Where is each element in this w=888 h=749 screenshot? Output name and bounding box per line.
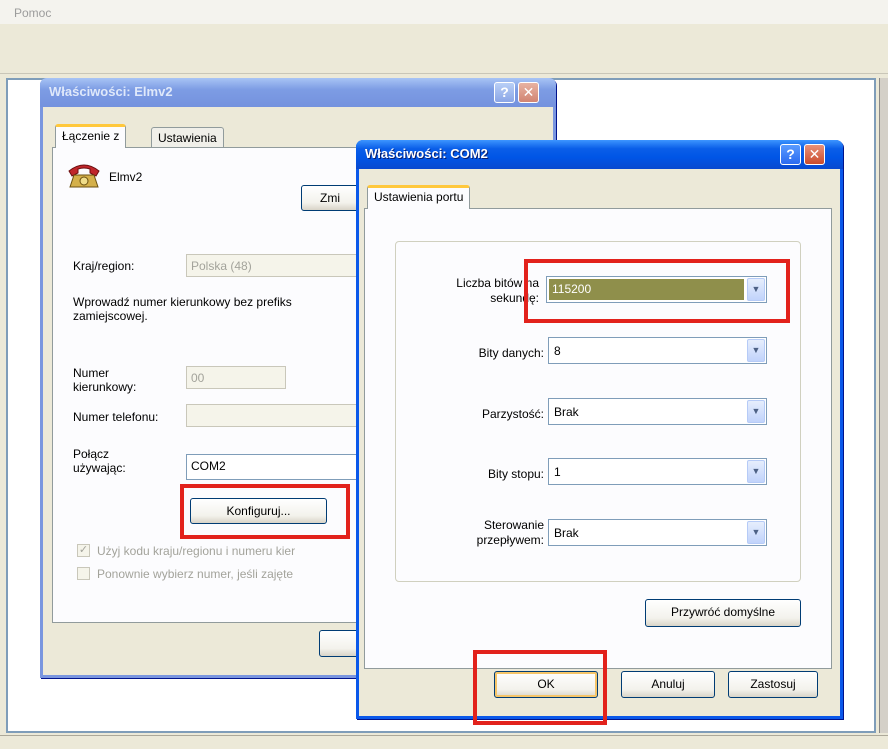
connect-using-label-2: używając:	[73, 461, 126, 475]
port-properties-titlebar[interactable]: Właściwości: COM2 ? ✕	[356, 140, 843, 169]
connect-using-label: Połącz	[73, 447, 110, 461]
ok-button[interactable]: OK	[494, 671, 598, 698]
connection-properties-titlebar[interactable]: Właściwości: Elmv2 ? ✕	[40, 78, 556, 107]
connection-name: Elmv2	[109, 170, 143, 184]
stop-bits-value: 1	[554, 465, 561, 479]
phone-number-label: Numer telefonu:	[73, 410, 159, 424]
phone-number-input[interactable]	[186, 404, 366, 427]
phone-icon	[68, 164, 100, 188]
redial-label: Ponownie wybierz numer, jeśli zajęte	[97, 567, 294, 581]
data-bits-value: 8	[554, 344, 561, 358]
bits-per-second-value: 115200	[549, 279, 744, 300]
data-bits-select[interactable]: 8 ▼	[548, 337, 767, 364]
tab-port-settings[interactable]: Ustawienia portu	[367, 185, 471, 209]
country-value: Polska (48)	[191, 259, 252, 273]
country-label: Kraj/region:	[73, 259, 135, 273]
chevron-down-icon[interactable]: ▼	[747, 339, 765, 362]
data-bits-label: Bity danych:	[478, 346, 544, 360]
app-right-frame	[879, 78, 888, 733]
help-icon[interactable]: ?	[494, 82, 515, 103]
area-code-input[interactable]: 00	[186, 366, 286, 389]
bits-per-second-label: Liczba bitów na	[456, 276, 539, 290]
area-code-label: Numer	[73, 366, 110, 380]
close-icon[interactable]: ✕	[518, 82, 539, 103]
instruction-text: Wprowadź numer kierunkowy bez prefiks	[73, 295, 292, 309]
tab-connect-to-label: Łączenie z	[62, 129, 120, 143]
bits-per-second-select[interactable]: 115200 ▼	[546, 276, 767, 303]
connect-using-value: COM2	[191, 459, 226, 473]
app-status-bar	[0, 735, 888, 749]
help-icon[interactable]: ?	[780, 144, 801, 165]
port-properties-title: Właściwości: COM2	[365, 146, 488, 161]
area-code-value: 00	[191, 371, 205, 385]
ok-button-label: OK	[537, 677, 555, 691]
parity-select[interactable]: Brak ▼	[548, 398, 767, 425]
stop-bits-select[interactable]: 1 ▼	[548, 458, 767, 485]
redial-checkbox[interactable]	[77, 567, 90, 580]
bits-per-second-label-2: sekundę:	[490, 291, 539, 305]
area-code-label-2: kierunkowy:	[73, 380, 137, 394]
instruction-text-line2: zamiejscowej.	[73, 309, 148, 323]
cancel-button-label: Anuluj	[651, 677, 685, 691]
use-country-code-label: Użyj kodu kraju/regionu i numeru kier	[97, 544, 296, 558]
port-properties-dialog: Właściwości: COM2 ? ✕ Ustawienia portu L…	[356, 140, 843, 719]
port-properties-client: Ustawienia portu Liczba bitów na sekundę…	[359, 169, 840, 716]
tab-port-settings-label: Ustawienia portu	[374, 190, 464, 204]
tab-settings-label: Ustawienia	[158, 131, 217, 145]
connect-using-select[interactable]: COM2	[186, 454, 366, 480]
parity-value: Brak	[554, 405, 579, 419]
menu-help[interactable]: Pomoc	[14, 6, 51, 20]
chevron-down-icon[interactable]: ▼	[747, 521, 765, 544]
chevron-down-icon[interactable]: ▼	[747, 460, 765, 483]
flow-control-label-2: przepływem:	[476, 533, 544, 547]
flow-control-value: Brak	[554, 526, 579, 540]
country-select[interactable]: Polska (48)	[186, 254, 366, 277]
stop-bits-label: Bity stopu:	[487, 467, 544, 481]
cancel-button[interactable]: Anuluj	[621, 671, 715, 698]
flow-control-label: Sterowanie	[483, 518, 544, 532]
app-toolbar	[0, 24, 888, 74]
connection-properties-title: Właściwości: Elmv2	[49, 84, 173, 99]
tab-connect-to[interactable]: Łączenie z	[55, 124, 127, 148]
close-icon[interactable]: ✕	[804, 144, 825, 165]
tab-settings[interactable]: Ustawienia	[151, 127, 224, 148]
use-country-code-checkbox[interactable]: ✓	[77, 544, 90, 557]
apply-button[interactable]: Zastosuj	[728, 671, 818, 698]
change-icon-button-label: Zmi	[320, 191, 340, 205]
flow-control-select[interactable]: Brak ▼	[548, 519, 767, 546]
restore-defaults-button-label: Przywróć domyślne	[670, 605, 776, 619]
chevron-down-icon[interactable]: ▼	[747, 400, 765, 423]
configure-button-label: Konfiguruj...	[226, 504, 291, 518]
chevron-down-icon[interactable]: ▼	[747, 278, 765, 301]
apply-button-label: Zastosuj	[750, 677, 796, 691]
restore-defaults-button[interactable]: Przywróć domyślne	[645, 599, 801, 627]
configure-button[interactable]: Konfiguruj...	[190, 498, 327, 524]
parity-label: Parzystość:	[481, 407, 544, 421]
app-menubar: Pomoc	[0, 0, 888, 24]
